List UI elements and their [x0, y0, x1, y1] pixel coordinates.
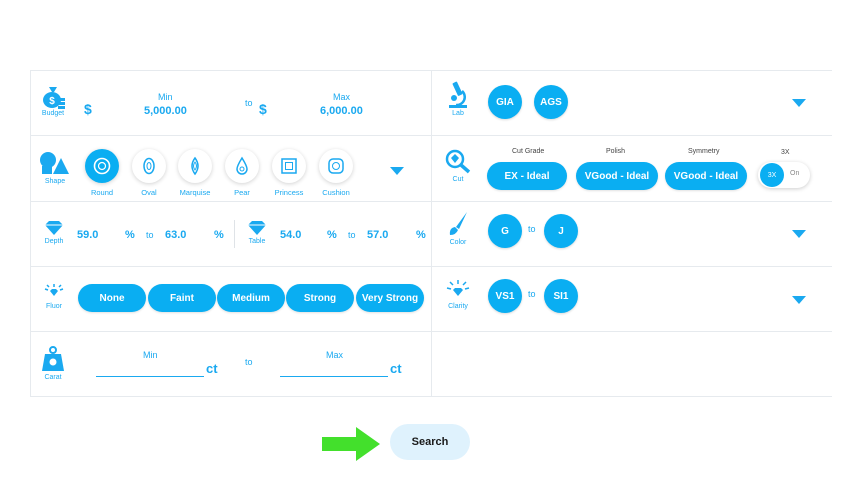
- depth-table-filter: Depth 59.0 % to 63.0 % Table 54.0 % to 5…: [30, 202, 431, 266]
- chevron-down-icon[interactable]: [792, 99, 806, 107]
- oval-diamond-icon: [143, 157, 155, 175]
- depth-label: Depth: [44, 238, 64, 245]
- lab-filter: Lab GIA AGS: [432, 70, 832, 135]
- fluor-very-strong-button[interactable]: Very Strong: [356, 284, 424, 312]
- carat-unit: ct: [206, 361, 218, 376]
- fluor-faint-button[interactable]: Faint: [148, 284, 216, 312]
- shape-label: Shape: [44, 178, 66, 185]
- carat-min-label: Min: [143, 350, 158, 360]
- chevron-down-icon[interactable]: [792, 296, 806, 304]
- polish-header: Polish: [606, 148, 626, 155]
- fluor-none-button[interactable]: None: [78, 284, 146, 312]
- clarity-filter: Clarity VS1 to SI1: [432, 267, 832, 331]
- shape-pear-button[interactable]: [225, 149, 259, 183]
- arrow-right-icon: [322, 427, 380, 461]
- currency-symbol: $: [84, 101, 92, 117]
- chevron-down-icon[interactable]: [792, 230, 806, 238]
- carat-filter: Carat Min ct to Max ct: [30, 332, 431, 396]
- shape-filter: Shape Round Oval Marquise Pear Princess …: [30, 136, 431, 201]
- percent-label: %: [416, 229, 426, 241]
- shape-oval-button[interactable]: [132, 149, 166, 183]
- shape-round-button[interactable]: [85, 149, 119, 183]
- shape-cushion-button[interactable]: [319, 149, 353, 183]
- table-max-input[interactable]: 57.0: [367, 229, 388, 241]
- depth-diamond-icon: [45, 221, 63, 235]
- svg-text:$: $: [49, 96, 55, 107]
- marquise-diamond-icon: [191, 156, 199, 176]
- budget-max-label: Max: [333, 92, 351, 102]
- princess-diamond-icon: [281, 158, 297, 174]
- color-filter: Color G to J: [432, 202, 832, 266]
- fluor-strong-button[interactable]: Strong: [286, 284, 354, 312]
- color-from-button[interactable]: G: [488, 214, 522, 248]
- budget-max-input[interactable]: 6,000.00: [320, 105, 363, 117]
- depth-max-input[interactable]: 63.0: [165, 229, 186, 241]
- to-label: to: [348, 230, 356, 240]
- weight-icon: [42, 346, 64, 371]
- table-diamond-icon: [248, 221, 266, 235]
- clarity-from-button[interactable]: VS1: [488, 279, 522, 313]
- clarity-to-button[interactable]: SI1: [544, 279, 578, 313]
- to-label: to: [245, 98, 253, 108]
- cut-grade-select[interactable]: EX - Ideal: [487, 162, 567, 190]
- to-label: to: [528, 224, 536, 234]
- shape-princess-button[interactable]: [272, 149, 306, 183]
- clarity-icon: [446, 280, 470, 296]
- polish-select[interactable]: VGood - Ideal: [576, 162, 658, 190]
- budget-min-label: Min: [158, 92, 173, 102]
- lab-option-ags[interactable]: AGS: [534, 85, 568, 119]
- color-label: Color: [449, 239, 467, 246]
- cut-grade-header: Cut Grade: [512, 148, 545, 155]
- percent-label: %: [214, 229, 224, 241]
- to-label: to: [245, 357, 253, 367]
- shape-cushion-label: Cushion: [322, 188, 350, 197]
- carat-min-input[interactable]: [96, 376, 204, 377]
- carat-label: Carat: [44, 374, 62, 381]
- microscope-icon: [449, 81, 467, 108]
- percent-label: %: [327, 229, 337, 241]
- fluor-filter: Fluor None Faint Medium Strong Very Stro…: [30, 267, 431, 331]
- search-button[interactable]: Search: [390, 424, 470, 460]
- 3x-toggle-state: On: [790, 170, 800, 177]
- fluor-medium-button[interactable]: Medium: [217, 284, 285, 312]
- table-label: Table: [248, 238, 266, 245]
- magnifier-diamond-icon: [445, 149, 471, 174]
- 3x-header: 3X: [781, 149, 790, 156]
- lab-label: Lab: [452, 110, 464, 117]
- budget-filter: $ Budget $ Min 5,000.00 to $ Max 6,000.0…: [30, 70, 431, 135]
- money-bag-icon: $: [43, 87, 65, 109]
- carat-max-label: Max: [326, 350, 344, 360]
- cut-filter: Cut Cut Grade Polish Symmetry 3X EX - Id…: [432, 136, 832, 201]
- depth-min-input[interactable]: 59.0: [77, 229, 98, 241]
- budget-label: Budget: [41, 110, 65, 117]
- fluorescence-icon: [44, 284, 64, 296]
- to-label: to: [146, 230, 154, 240]
- divider: [234, 220, 235, 248]
- round-diamond-icon: [93, 157, 111, 175]
- 3x-toggle[interactable]: 3X On: [758, 162, 810, 188]
- lab-option-gia[interactable]: GIA: [488, 85, 522, 119]
- paintbrush-icon: [449, 212, 467, 235]
- cut-label: Cut: [452, 176, 464, 183]
- shapes-icon: [40, 152, 69, 174]
- cushion-diamond-icon: [328, 158, 344, 174]
- color-to-button[interactable]: J: [544, 214, 578, 248]
- carat-max-input[interactable]: [280, 376, 388, 377]
- 3x-toggle-knob: 3X: [760, 163, 784, 187]
- to-label: to: [528, 289, 536, 299]
- clarity-label: Clarity: [448, 303, 468, 310]
- budget-min-input[interactable]: 5,000.00: [144, 105, 187, 117]
- currency-symbol: $: [259, 101, 267, 117]
- symmetry-select[interactable]: VGood - Ideal: [665, 162, 747, 190]
- fluor-label: Fluor: [46, 303, 62, 310]
- pear-diamond-icon: [236, 156, 248, 175]
- table-min-input[interactable]: 54.0: [280, 229, 301, 241]
- carat-unit: ct: [390, 361, 402, 376]
- symmetry-header: Symmetry: [688, 148, 720, 155]
- shape-marquise-button[interactable]: [178, 149, 212, 183]
- search-filter-panel: $ Budget $ Min 5,000.00 to $ Max 6,000.0…: [30, 70, 832, 397]
- percent-label: %: [125, 229, 135, 241]
- chevron-down-icon[interactable]: [390, 167, 404, 175]
